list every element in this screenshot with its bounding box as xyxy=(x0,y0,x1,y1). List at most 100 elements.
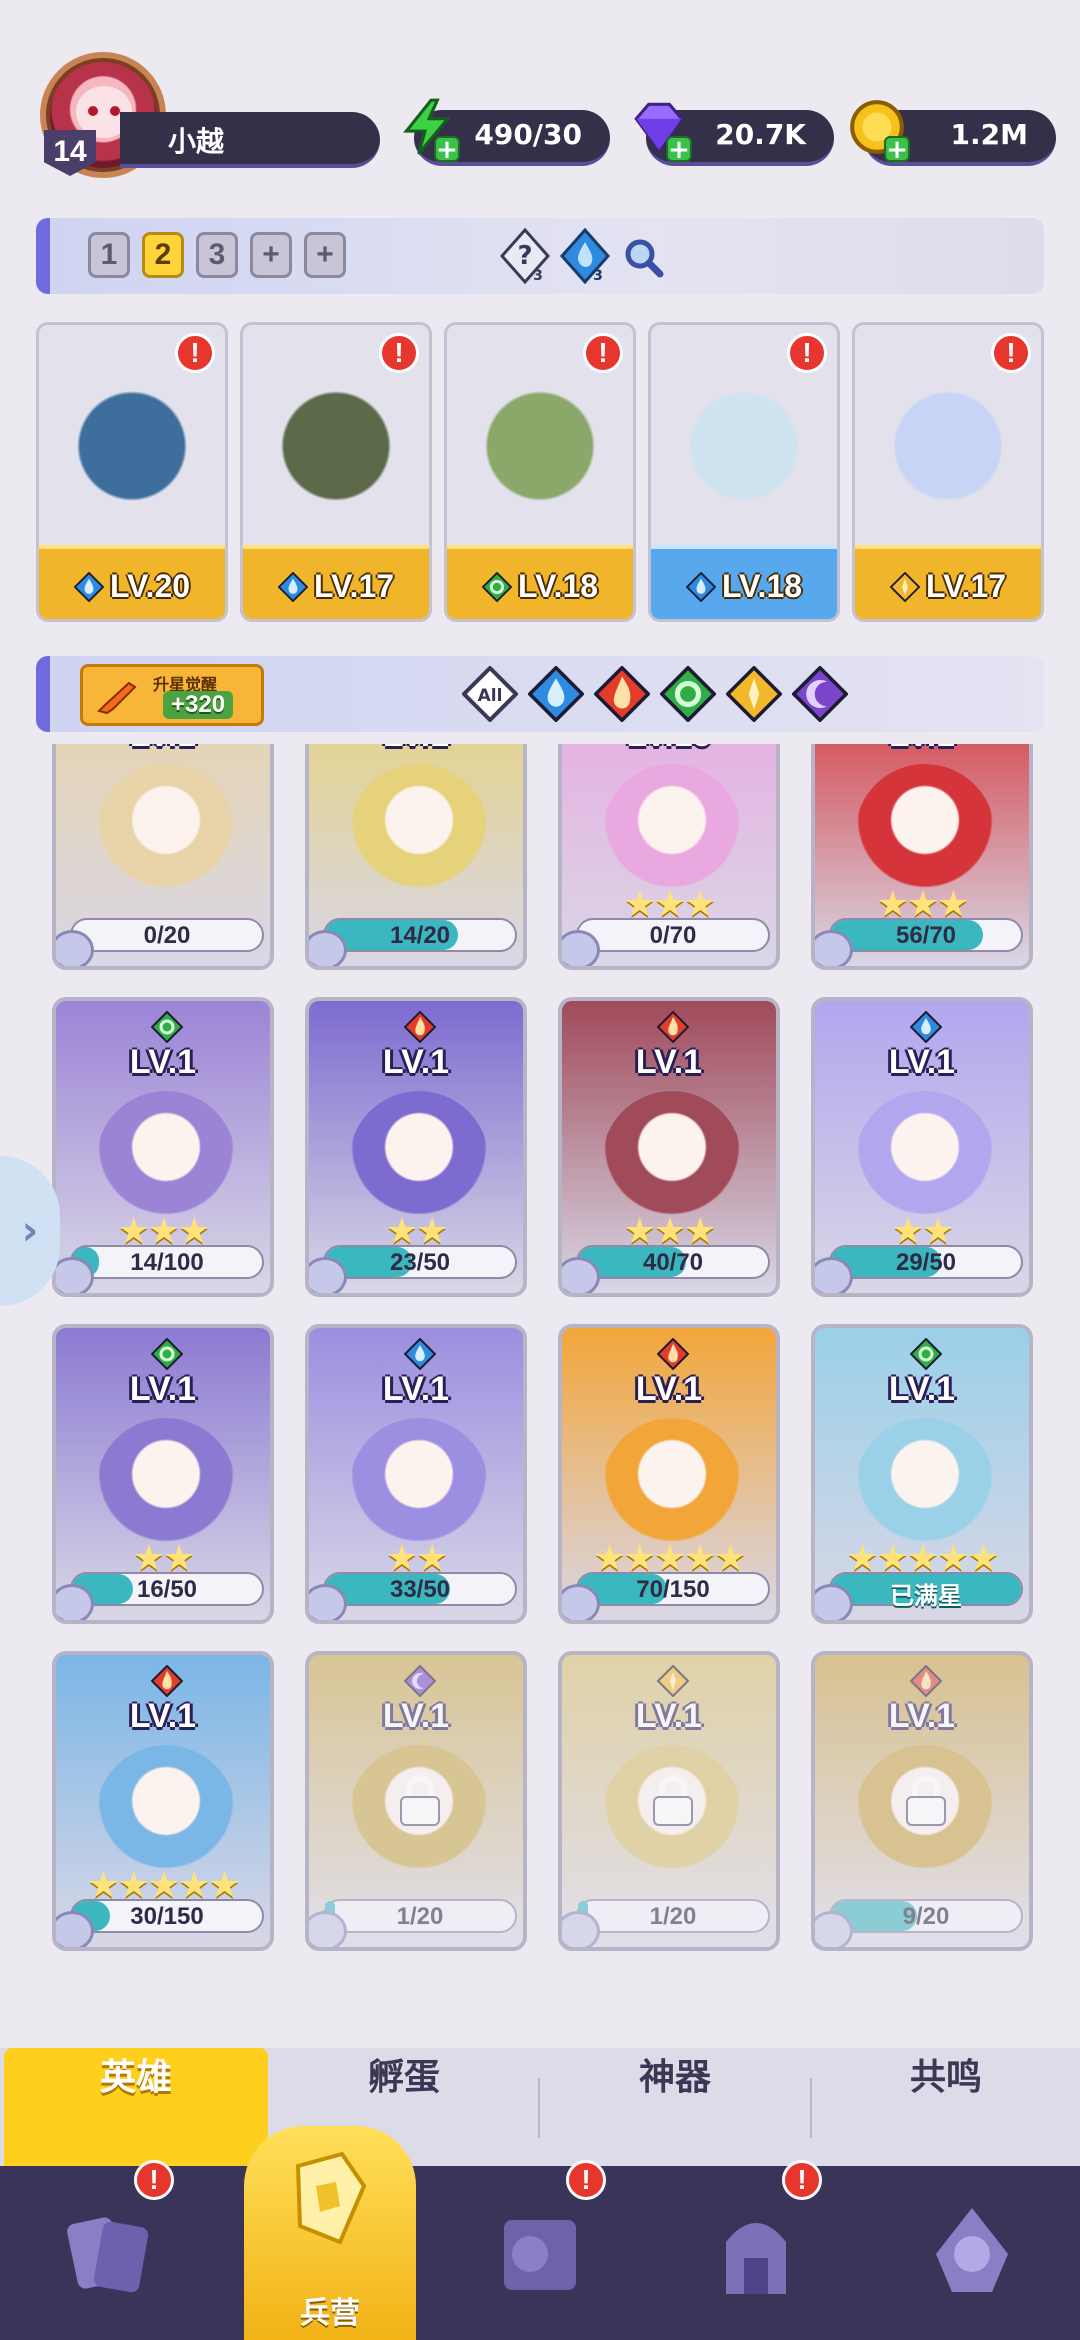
gold-value: 1.2M xyxy=(950,118,1028,151)
lineup-level: LV.17 xyxy=(855,568,1041,605)
hero-card[interactable]: LV.1 ★★ 29/50 xyxy=(811,997,1033,1297)
hero-portrait xyxy=(96,1091,236,1231)
hero-level: LV.1 xyxy=(382,1043,450,1081)
hero-shard-icon xyxy=(309,930,347,966)
hero-level: LV.1 xyxy=(382,1697,450,1735)
lock-icon xyxy=(906,1775,946,1826)
lineup-hero-card[interactable]: LV.20 ! xyxy=(36,322,228,622)
hero-card[interactable]: LV.1 ★★★ 40/70 xyxy=(558,997,780,1297)
hero-portrait xyxy=(855,1091,995,1231)
hero-shard-icon xyxy=(815,1911,853,1947)
player-name-plate[interactable]: 小越 xyxy=(120,112,380,168)
hero-level: LV.1 xyxy=(888,1370,956,1408)
team-add-button[interactable]: + xyxy=(250,232,292,278)
hero-level: LV.1 xyxy=(382,1370,450,1408)
cards-icon xyxy=(67,2217,149,2293)
gem-add-icon[interactable]: + xyxy=(666,136,692,163)
hero-shard-progress: 0/20 xyxy=(70,918,264,952)
nav-shrine[interactable]: ! xyxy=(648,2160,864,2340)
hero-level: LV.1 xyxy=(888,1043,956,1081)
hero-card[interactable]: LV.1 9/20 xyxy=(811,1651,1033,1951)
nav-cards[interactable]: ! xyxy=(0,2160,216,2340)
hero-card[interactable]: LV.1 14/20 xyxy=(305,744,527,970)
hero-shard-progress: 40/70 xyxy=(576,1245,770,1279)
hero-card[interactable]: LV.1 ★★★★★ 已满星 xyxy=(811,1324,1033,1624)
hero-shard-icon xyxy=(56,1257,94,1293)
water-element-icon xyxy=(403,1337,437,1371)
fire-element-icon xyxy=(656,1010,690,1044)
hero-shard-count: 56/70 xyxy=(895,922,957,949)
hero-card[interactable]: LV.1 ★★★★★ 70/150 xyxy=(558,1324,780,1624)
nature-element-icon xyxy=(150,1337,184,1371)
lineup-hero-card[interactable]: LV.17 ! xyxy=(852,322,1044,622)
gold-add-icon[interactable]: + xyxy=(884,136,910,163)
hero-card[interactable]: LV.1 0/20 xyxy=(52,744,274,970)
lineup-level: LV.18 xyxy=(651,568,837,605)
team-tab-1[interactable]: 1 xyxy=(88,232,130,278)
hero-shard-icon xyxy=(562,1911,600,1947)
hero-card[interactable]: LV.1 ★★ 23/50 xyxy=(305,997,527,1297)
hero-element-badge xyxy=(656,1337,690,1371)
hero-card[interactable]: LV.1 ★★★ 14/100 xyxy=(52,997,274,1297)
water-drop-hint-icon[interactable]: 3 xyxy=(558,228,612,284)
dark-element-icon xyxy=(791,665,849,723)
hero-shard-icon xyxy=(815,1584,853,1620)
hero-shard-fill xyxy=(325,1901,335,1931)
lineup-level: LV.18 xyxy=(447,568,633,605)
tab-artifacts[interactable]: 神器 xyxy=(540,2048,810,2166)
filter-dark-button[interactable] xyxy=(791,665,849,723)
hero-portrait xyxy=(855,1745,995,1885)
hero-card[interactable]: LV.1 ★★ 33/50 xyxy=(305,1324,527,1624)
hero-element-badge xyxy=(656,1664,690,1698)
filter-fire-button[interactable] xyxy=(593,665,651,723)
barracks-icon xyxy=(295,2151,367,2245)
question-hint-icon[interactable]: ? 3 xyxy=(498,228,552,284)
hero-shard-progress: 1/20 xyxy=(576,1899,770,1933)
lineup-hero-card[interactable]: LV.18 ! xyxy=(444,322,636,622)
hero-shard-count: 16/50 xyxy=(136,1576,198,1603)
fire-element-icon xyxy=(593,665,651,723)
star-awaken-button[interactable]: 升星觉醒 +320 xyxy=(80,664,264,726)
tab-heroes[interactable]: 英雄 xyxy=(4,2048,268,2166)
gold-counter[interactable]: + 1.2M xyxy=(850,100,1056,166)
nav-spellbook-alert: ! xyxy=(566,2160,606,2200)
hero-shard-icon xyxy=(815,930,853,966)
shrine-icon xyxy=(726,2223,786,2294)
water-element-icon xyxy=(685,571,717,603)
hero-element-badge xyxy=(656,1010,690,1044)
tab-resonance[interactable]: 共鸣 xyxy=(812,2048,1080,2166)
team-add-button[interactable]: + xyxy=(304,232,346,278)
hero-shard-progress: 1/20 xyxy=(323,1899,517,1933)
team-tab-2[interactable]: 2 xyxy=(142,232,184,278)
hero-shard-icon xyxy=(56,1911,94,1947)
hero-card[interactable]: LV.1 ★★ 16/50 xyxy=(52,1324,274,1624)
lock-icon xyxy=(400,1775,440,1826)
filter-water-button[interactable] xyxy=(527,665,585,723)
lineup-hero-card[interactable]: LV.18 ! xyxy=(648,322,840,622)
hero-element-badge xyxy=(403,1664,437,1698)
energy-counter[interactable]: + 490/30 xyxy=(403,98,610,166)
lineup-level: LV.17 xyxy=(243,568,429,605)
nav-mushroom[interactable] xyxy=(864,2166,1080,2340)
lineup-alert-badge: ! xyxy=(991,333,1031,373)
hero-card[interactable]: LV.1 1/20 xyxy=(558,1651,780,1951)
search-magnifier-icon[interactable] xyxy=(618,228,666,284)
hero-shard-icon xyxy=(562,930,600,966)
hero-card[interactable]: LV.15 ★★★ 0/70 xyxy=(558,744,780,970)
hero-card[interactable]: LV.1 ★★★ 56/70 xyxy=(811,744,1033,970)
lineup-hero-card[interactable]: LV.17 ! xyxy=(240,322,432,622)
hero-card[interactable]: LV.1 ★★★★★ 30/150 xyxy=(52,1651,274,1951)
team-tab-3[interactable]: 3 xyxy=(196,232,238,278)
nature-element-icon xyxy=(150,1010,184,1044)
hero-shard-count: 9/20 xyxy=(902,1903,950,1930)
gem-counter[interactable]: + 20.7K xyxy=(634,102,834,166)
nav-barracks[interactable]: 兵营 xyxy=(244,2126,416,2340)
nav-spellbook[interactable]: ! xyxy=(432,2160,648,2340)
filter-nature-button[interactable] xyxy=(659,665,717,723)
side-expand-arrow[interactable]: › xyxy=(0,1156,60,1306)
filter-light-button[interactable] xyxy=(725,665,783,723)
filter-all-button[interactable]: All xyxy=(461,665,519,723)
nav-shrine-alert: ! xyxy=(782,2160,822,2200)
hero-card[interactable]: LV.1 1/20 xyxy=(305,1651,527,1951)
energy-add-icon[interactable]: + xyxy=(434,136,460,163)
